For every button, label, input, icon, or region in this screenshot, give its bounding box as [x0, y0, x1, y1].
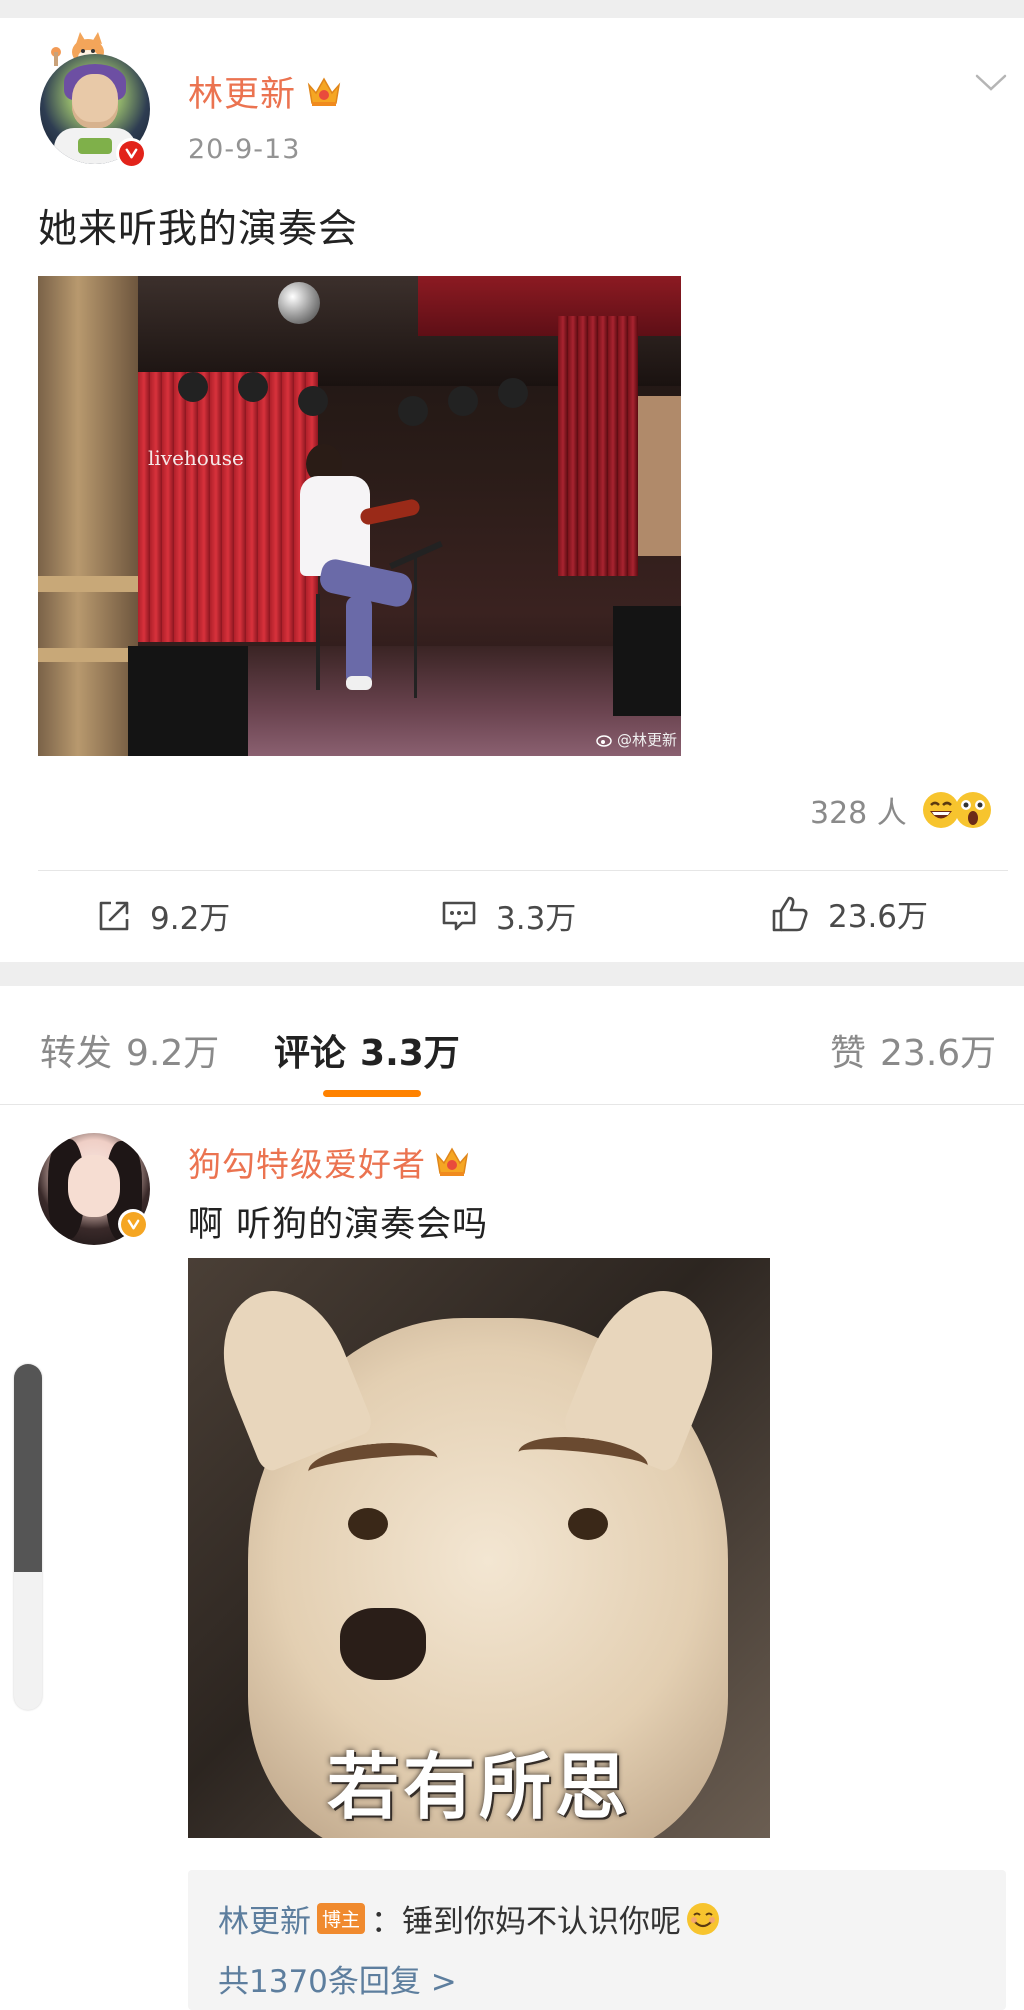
verified-badge-icon	[118, 1209, 148, 1239]
verified-badge-icon	[116, 138, 146, 168]
image-watermark: @林更新	[596, 729, 677, 750]
smile-emoji-icon	[687, 1902, 720, 1935]
reactions-row[interactable]: 328 人	[810, 788, 993, 832]
comment-text: 啊 听狗的演奏会吗	[188, 1205, 489, 1245]
tab-repost-count: 9.2万	[126, 1033, 220, 1074]
post-author-row: 林更新	[188, 66, 342, 117]
tab-comment-label: 评论	[274, 1033, 347, 1074]
section-separator	[0, 962, 1024, 986]
like-count: 23.6万	[828, 899, 929, 935]
meme-caption: 若有所思	[326, 1745, 631, 1829]
author-badge: 博主	[317, 1903, 366, 1934]
crown-icon	[307, 76, 341, 106]
top-gap	[0, 0, 1024, 18]
tab-like-label: 赞	[830, 1033, 867, 1074]
comment-author-avatar[interactable]	[38, 1133, 158, 1263]
comment-count: 3.3万	[496, 901, 577, 937]
post-image[interactable]: livehouse @林更新	[38, 276, 681, 756]
thumbs-up-icon	[772, 896, 808, 931]
reply-text: ：锤到你妈不认识你呢	[371, 1904, 682, 1940]
reply-author-name[interactable]: 林更新	[218, 1896, 311, 1941]
crown-icon	[435, 1147, 469, 1176]
tab-comment-count: 3.3万	[360, 1033, 460, 1074]
comment-button[interactable]: 3.3万	[440, 893, 576, 938]
comment-author-name[interactable]: 狗勾特级爱好者	[188, 1138, 426, 1186]
tab-repost[interactable]: 转发 9.2万	[40, 1024, 219, 1076]
comment-author-row: 狗勾特级爱好者	[188, 1138, 470, 1186]
post-author-avatar[interactable]	[30, 32, 155, 172]
tab-like[interactable]: 赞 23.6万	[830, 1024, 996, 1076]
tab-repost-label: 转发	[40, 1033, 113, 1074]
chevron-down-icon[interactable]	[974, 72, 1008, 94]
divider	[0, 1104, 1024, 1105]
scrollbar-thumb[interactable]	[14, 1364, 42, 1572]
repost-count: 9.2万	[150, 901, 231, 937]
share-icon	[99, 901, 129, 930]
reactions-count: 328 人	[810, 796, 907, 831]
tab-comment[interactable]: 评论 3.3万	[274, 1024, 460, 1076]
divider	[38, 870, 1008, 871]
post-author-name[interactable]: 林更新	[188, 66, 296, 117]
reply-line: 林更新 博主 ：锤到你妈不认识你呢	[218, 1896, 721, 1941]
comment-image[interactable]: 若有所思	[188, 1258, 770, 1838]
weibo-logo-icon	[596, 734, 612, 747]
repost-button[interactable]: 9.2万	[96, 893, 230, 938]
livehouse-sign: livehouse	[148, 446, 244, 470]
tab-like-count: 23.6万	[880, 1033, 997, 1074]
like-button[interactable]: 23.6万	[770, 891, 928, 936]
comment-icon	[442, 901, 476, 930]
view-all-replies-link[interactable]: 共1370条回复 >	[218, 1956, 457, 2001]
active-tab-indicator	[323, 1090, 421, 1097]
shocked-emoji-icon	[954, 792, 991, 828]
reply-preview[interactable]: 林更新 博主 ：锤到你妈不认识你呢 共1370条回复 >	[188, 1870, 1006, 2010]
post-text: 她来听我的演奏会	[38, 207, 359, 252]
post-time: 20-9-13	[188, 134, 301, 165]
